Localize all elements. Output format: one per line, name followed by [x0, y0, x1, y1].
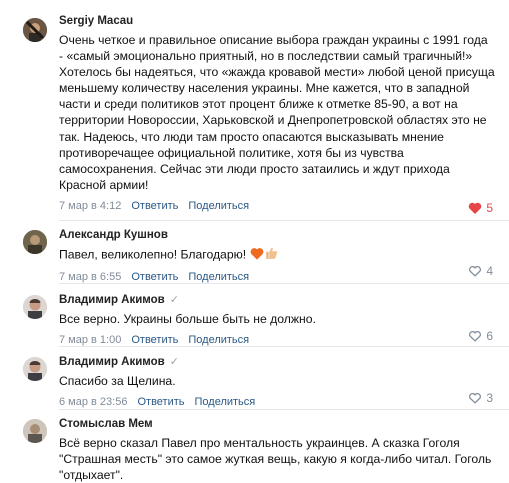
avatar[interactable]	[23, 295, 47, 319]
divider	[59, 220, 509, 221]
heart-icon	[469, 202, 482, 214]
comment-meta: 7 мар в 4:12 Ответить Поделиться	[59, 199, 495, 213]
comment-author[interactable]: Sergiy Macau	[59, 14, 495, 28]
comment-meta: 7 мар в 6:55 Ответить Поделиться	[59, 270, 495, 284]
reply-button[interactable]: Ответить	[131, 200, 178, 212]
comment-text: Очень четкое и правильное описание выбор…	[59, 33, 495, 192]
reply-button[interactable]: Ответить	[131, 334, 178, 346]
comment-author[interactable]: Владимир Акимов ✓	[59, 293, 495, 307]
comment-meta: 6 мар в 23:56 Ответить Поделиться	[59, 395, 495, 409]
like-count: 6	[486, 329, 493, 343]
like-count: 5	[486, 201, 493, 215]
avatar[interactable]	[23, 230, 47, 254]
like-button[interactable]: 3	[468, 391, 493, 405]
checkmark-icon: ✓	[169, 294, 179, 306]
like-count: 4	[486, 264, 493, 278]
comment-meta: 7 мар в 1:00 Ответить Поделиться	[59, 333, 495, 347]
heart-icon	[469, 330, 482, 342]
avatar[interactable]	[23, 18, 47, 42]
comment-author-name: Владимир Акимов	[59, 294, 165, 306]
comment-date[interactable]: 6 мар в 23:56	[59, 396, 127, 408]
comment-author[interactable]: Стомыслав Мем	[59, 417, 495, 431]
reply-button[interactable]: Ответить	[137, 396, 184, 408]
comment-author[interactable]: Александр Кушнов	[59, 228, 495, 242]
comment-date[interactable]: 7 мар в 6:55	[59, 271, 121, 283]
like-button[interactable]: 5	[468, 201, 493, 215]
like-button[interactable]: 4	[468, 264, 493, 278]
comment-text: Всё верно сказал Павел про ментальность …	[59, 436, 492, 483]
avatar[interactable]	[23, 357, 47, 381]
divider	[59, 283, 509, 284]
comment-author[interactable]: Владимир Акимов ✓	[59, 355, 495, 369]
heart-emoji	[250, 247, 264, 264]
comment-date[interactable]: 7 мар в 4:12	[59, 200, 121, 212]
divider	[59, 409, 509, 410]
like-count: 3	[486, 391, 493, 405]
share-button[interactable]: Поделиться	[188, 200, 249, 212]
comment-text: Павел, великолепно! Благодарю!	[59, 246, 495, 264]
heart-icon	[469, 392, 482, 404]
divider	[59, 346, 509, 347]
avatar[interactable]	[23, 419, 47, 443]
comment-date[interactable]: 7 мар в 1:00	[59, 334, 121, 346]
share-button[interactable]: Поделиться	[188, 271, 249, 283]
checkmark-icon: ✓	[169, 356, 179, 368]
comment-text: Все верно. Украины больше быть не должно…	[59, 312, 316, 326]
share-button[interactable]: Поделиться	[188, 334, 249, 346]
comment-text-body: Павел, великолепно! Благодарю!	[59, 247, 247, 262]
comment-author-name: Владимир Акимов	[59, 356, 165, 368]
like-button[interactable]: 6	[468, 329, 493, 343]
heart-icon	[469, 265, 482, 277]
reply-button[interactable]: Ответить	[131, 271, 178, 283]
share-button[interactable]: Поделиться	[195, 396, 256, 408]
thumbs-up-emoji	[264, 246, 279, 264]
comment-text: Спасибо за Щелина.	[59, 374, 176, 388]
